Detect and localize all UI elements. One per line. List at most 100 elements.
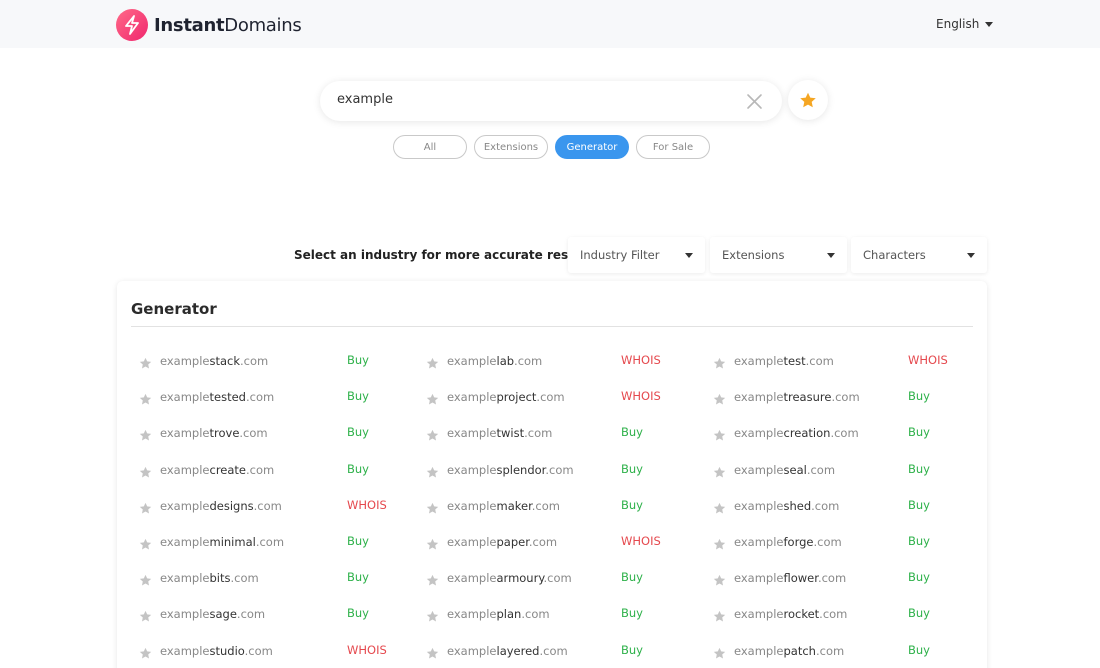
domain-name[interactable]: examplerocket.com xyxy=(734,607,847,621)
domain-name[interactable]: exampleshed.com xyxy=(734,499,839,513)
brand-name-light: Domains xyxy=(224,14,302,36)
star-icon[interactable] xyxy=(139,608,152,622)
tab-for-sale[interactable]: For Sale xyxy=(636,135,710,159)
domain-name[interactable]: exampletested.com xyxy=(160,390,274,404)
extensions-dropdown[interactable]: Extensions xyxy=(710,237,847,273)
domain-name[interactable]: exampletreasure.com xyxy=(734,390,860,404)
star-icon[interactable] xyxy=(139,391,152,405)
close-icon[interactable] xyxy=(746,93,763,110)
star-icon[interactable] xyxy=(713,572,726,586)
buy-link[interactable]: Buy xyxy=(621,498,643,512)
star-icon[interactable] xyxy=(139,536,152,550)
language-label: English xyxy=(936,17,980,31)
star-icon[interactable] xyxy=(426,536,439,550)
buy-link[interactable]: Buy xyxy=(621,606,643,620)
buy-link[interactable]: Buy xyxy=(908,570,930,584)
whois-link[interactable]: WHOIS xyxy=(908,353,948,367)
buy-link[interactable]: Buy xyxy=(347,606,369,620)
domain-name[interactable]: exampledesigns.com xyxy=(160,499,282,513)
domain-name[interactable]: examplestack.com xyxy=(160,354,268,368)
domain-name[interactable]: examplearmoury.com xyxy=(447,571,572,585)
domain-name[interactable]: examplecreation.com xyxy=(734,426,859,440)
buy-link[interactable]: Buy xyxy=(908,498,930,512)
star-icon[interactable] xyxy=(139,464,152,478)
search-input[interactable] xyxy=(337,92,737,107)
star-icon[interactable] xyxy=(426,427,439,441)
domain-name[interactable]: examplepatch.com xyxy=(734,644,844,658)
buy-link[interactable]: Buy xyxy=(908,462,930,476)
buy-link[interactable]: Buy xyxy=(621,643,643,657)
domain-name[interactable]: examplepaper.com xyxy=(447,535,557,549)
domain-name[interactable]: examplesplendor.com xyxy=(447,463,574,477)
domain-name[interactable]: exampletwist.com xyxy=(447,426,552,440)
buy-link[interactable]: Buy xyxy=(347,462,369,476)
tab-extensions[interactable]: Extensions xyxy=(474,135,548,159)
star-icon[interactable] xyxy=(139,355,152,369)
star-icon[interactable] xyxy=(426,355,439,369)
domain-name[interactable]: exampleseal.com xyxy=(734,463,835,477)
domain-tld: .com xyxy=(815,644,845,658)
chevron-down-icon xyxy=(827,253,835,258)
whois-link[interactable]: WHOIS xyxy=(621,353,661,367)
star-icon[interactable] xyxy=(139,645,152,659)
buy-link[interactable]: Buy xyxy=(908,643,930,657)
whois-link[interactable]: WHOIS xyxy=(621,534,661,548)
domain-result: examplesplendor.com Buy xyxy=(426,461,666,481)
buy-link[interactable]: Buy xyxy=(347,353,369,367)
whois-link[interactable]: WHOIS xyxy=(621,389,661,403)
buy-link[interactable]: Buy xyxy=(908,389,930,403)
domain-name[interactable]: exampleplan.com xyxy=(447,607,550,621)
star-icon[interactable] xyxy=(139,427,152,441)
star-icon[interactable] xyxy=(713,500,726,514)
buy-link[interactable]: Buy xyxy=(908,425,930,439)
star-icon[interactable] xyxy=(713,645,726,659)
domain-tld: .com xyxy=(255,535,285,549)
buy-link[interactable]: Buy xyxy=(908,534,930,548)
star-icon[interactable] xyxy=(713,608,726,622)
domain-name[interactable]: exampletest.com xyxy=(734,354,834,368)
buy-link[interactable]: Buy xyxy=(908,606,930,620)
star-icon[interactable] xyxy=(426,645,439,659)
domain-name[interactable]: examplebits.com xyxy=(160,571,259,585)
buy-link[interactable]: Buy xyxy=(347,389,369,403)
domain-name[interactable]: exampleproject.com xyxy=(447,390,565,404)
domain-name[interactable]: exampleflower.com xyxy=(734,571,846,585)
star-icon[interactable] xyxy=(426,464,439,478)
domain-name[interactable]: examplelayered.com xyxy=(447,644,568,658)
star-icon[interactable] xyxy=(139,572,152,586)
language-selector[interactable]: English xyxy=(936,17,994,31)
buy-link[interactable]: Buy xyxy=(621,462,643,476)
tab-all[interactable]: All xyxy=(393,135,467,159)
characters-dropdown[interactable]: Characters xyxy=(851,237,987,273)
domain-name[interactable]: examplecreate.com xyxy=(160,463,274,477)
tab-generator[interactable]: Generator xyxy=(555,135,629,159)
favorites-button[interactable] xyxy=(788,80,828,120)
logo[interactable]: InstantDomains xyxy=(116,9,302,41)
domain-name[interactable]: exampleminimal.com xyxy=(160,535,284,549)
domain-name[interactable]: exampletrove.com xyxy=(160,426,268,440)
whois-link[interactable]: WHOIS xyxy=(347,498,387,512)
domain-name[interactable]: examplemaker.com xyxy=(447,499,560,513)
star-icon[interactable] xyxy=(426,391,439,405)
domain-name[interactable]: examplesage.com xyxy=(160,607,265,621)
buy-link[interactable]: Buy xyxy=(347,534,369,548)
star-icon[interactable] xyxy=(426,500,439,514)
buy-link[interactable]: Buy xyxy=(347,570,369,584)
star-icon[interactable] xyxy=(426,572,439,586)
star-icon[interactable] xyxy=(713,427,726,441)
star-icon[interactable] xyxy=(713,464,726,478)
star-icon[interactable] xyxy=(713,355,726,369)
buy-link[interactable]: Buy xyxy=(347,425,369,439)
domain-name[interactable]: examplelab.com xyxy=(447,354,542,368)
buy-link[interactable]: Buy xyxy=(621,570,643,584)
dropdown-label: Extensions xyxy=(722,248,785,262)
star-icon[interactable] xyxy=(426,608,439,622)
whois-link[interactable]: WHOIS xyxy=(347,643,387,657)
domain-name[interactable]: examplestudio.com xyxy=(160,644,273,658)
star-icon[interactable] xyxy=(713,536,726,550)
domain-name[interactable]: exampleforge.com xyxy=(734,535,842,549)
buy-link[interactable]: Buy xyxy=(621,425,643,439)
star-icon[interactable] xyxy=(139,500,152,514)
star-icon[interactable] xyxy=(713,391,726,405)
industry-filter-dropdown[interactable]: Industry Filter xyxy=(568,237,705,273)
